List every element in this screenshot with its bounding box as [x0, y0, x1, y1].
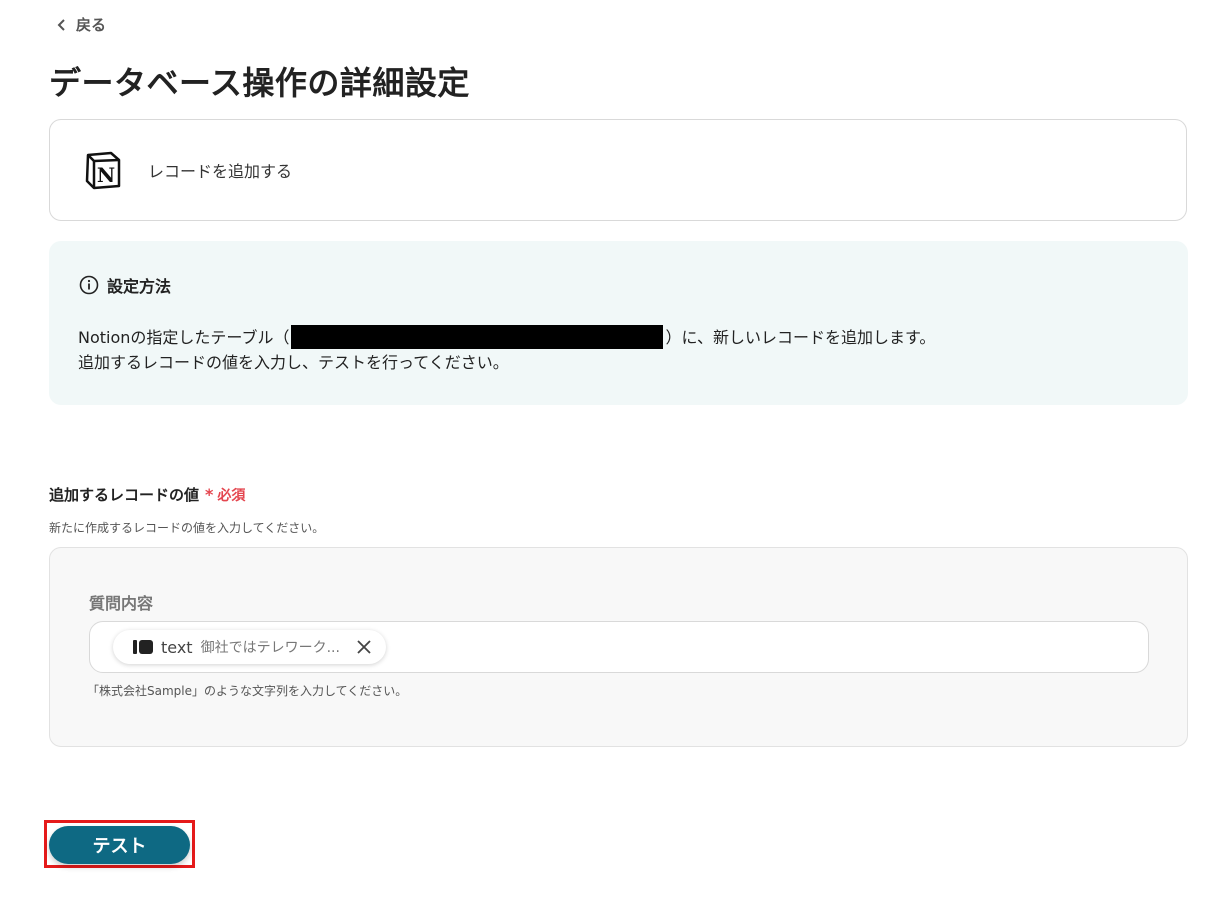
info-line-1: Notionの指定したテーブル（ ）に、新しいレコードを追加します。 — [78, 325, 935, 350]
info-icon — [79, 275, 99, 295]
info-line-2: 追加するレコードの値を入力し、テストを行ってください。 — [78, 353, 509, 372]
info-line-1-start: Notionの指定したテーブル（ — [78, 328, 290, 347]
test-button-highlight: テスト — [44, 820, 195, 868]
field-help: 新たに作成するレコードの値を入力してください。 — [49, 521, 325, 535]
chevron-left-icon — [57, 18, 65, 31]
action-card: N レコードを追加する — [49, 119, 1187, 221]
info-heading-text: 設定方法 — [107, 277, 172, 296]
value-panel: 質問内容 text 御社ではテレワーク... 「株式会社Sample」のような文… — [49, 547, 1188, 747]
redacted-block — [291, 325, 664, 349]
notion-logo-icon: N — [85, 151, 121, 190]
required-asterisk: * — [205, 485, 214, 504]
close-icon[interactable] — [354, 637, 374, 657]
input-hint: 「株式会社Sample」のような文字列を入力してください。 — [87, 684, 408, 698]
variable-chip[interactable]: text 御社ではテレワーク... — [113, 630, 386, 664]
page-title: データベース操作の詳細設定 — [49, 64, 470, 102]
back-label: 戻る — [76, 16, 107, 34]
required-text: 必須 — [217, 487, 246, 504]
back-link[interactable]: 戻る — [56, 14, 106, 35]
chip-field-name: text — [161, 637, 193, 657]
chip-preview: 御社ではテレワーク... — [200, 640, 340, 656]
value-input[interactable]: text 御社ではテレワーク... — [89, 621, 1149, 673]
test-button[interactable]: テスト — [49, 826, 190, 864]
info-line-1-end: ）に、新しいレコードを追加します。 — [665, 328, 936, 347]
info-box: 設定方法 Notionの指定したテーブル（ ）に、新しいレコードを追加します。 追… — [49, 241, 1188, 405]
field-label: 追加するレコードの値 * 必須 — [49, 484, 245, 505]
variable-icon — [133, 640, 153, 654]
field-label-text: 追加するレコードの値 — [49, 486, 200, 504]
info-text: Notionの指定したテーブル（ ）に、新しいレコードを追加します。 追加するレコ… — [78, 325, 935, 375]
sub-field-label: 質問内容 — [89, 594, 154, 613]
svg-text:N: N — [97, 163, 115, 187]
info-heading: 設定方法 — [79, 273, 171, 297]
action-label: レコードを追加する — [148, 162, 293, 181]
